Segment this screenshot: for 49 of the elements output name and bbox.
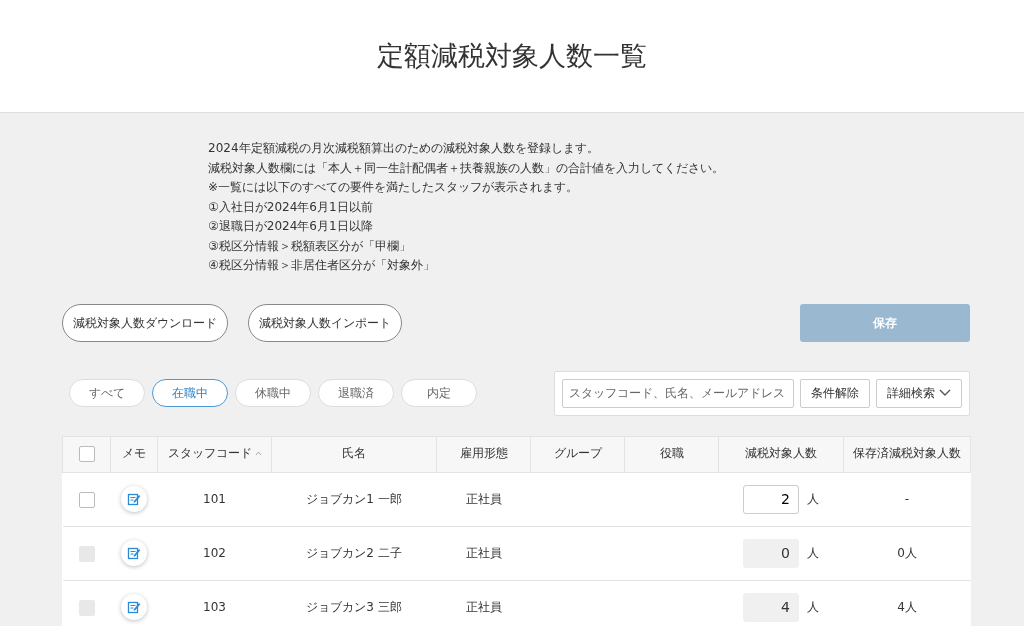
- sort-caret-icon[interactable]: [254, 451, 262, 457]
- note-text: ③税区分情報＞税額表区分が「甲欄」: [208, 237, 412, 255]
- table-cell: 正社員: [465, 492, 502, 506]
- table-cell: 4人: [897, 600, 917, 614]
- row-checkbox[interactable]: [78, 491, 95, 508]
- table-cell: 101: [203, 492, 226, 506]
- chevron-down-icon: [939, 389, 951, 397]
- memo-icon[interactable]: [121, 594, 147, 620]
- action-button[interactable]: 減税対象人数ダウンロード: [62, 303, 228, 342]
- page-title: 定額減税対象人数一覧: [377, 39, 647, 73]
- column-header: 減税対象人数: [745, 446, 817, 461]
- action-button[interactable]: 減税対象人数インポート: [248, 303, 402, 342]
- table-cell: 正社員: [465, 546, 502, 560]
- column-header: グループ: [553, 446, 602, 461]
- select-all-checkbox[interactable]: [78, 445, 95, 462]
- clear-conditions-button[interactable]: 条件解除: [800, 378, 870, 408]
- search-field[interactable]: スタッフコード、氏名、メールアドレス: [562, 378, 794, 408]
- status-filter-tab[interactable]: 内定: [401, 379, 477, 407]
- table-cell: ジョブカン2 二子: [306, 546, 402, 560]
- table-cell: ジョブカン1 一郎: [306, 492, 402, 506]
- table-cell: -: [904, 492, 910, 506]
- column-header: スタッフコード: [167, 446, 252, 461]
- memo-icon[interactable]: [121, 540, 147, 566]
- column-header: 保存済減税対象人数: [853, 446, 961, 461]
- note-text: ②退職日が2024年6月1日以降: [208, 218, 374, 235]
- count-input[interactable]: 2: [743, 484, 799, 514]
- column-header: 氏名: [342, 446, 366, 461]
- table-cell: 正社員: [465, 600, 502, 614]
- status-filter-tab[interactable]: 退職済: [318, 379, 394, 407]
- memo-icon[interactable]: [121, 486, 147, 512]
- note-text: 減税対象人数欄には「本人＋同一生計配偶者＋扶養親族の人数」の合計値を入力してください。: [208, 159, 725, 177]
- table-cell: 102: [203, 546, 226, 560]
- advanced-search-button[interactable]: 詳細検索: [876, 378, 962, 408]
- unit-label: 人: [807, 545, 819, 562]
- note-text: ④税区分情報＞非居住者区分が「対象外」: [208, 257, 436, 274]
- note-text: 2024年定額減税の月次減税額算出のための減税対象人数を登録します。: [208, 140, 600, 157]
- status-filter-tab[interactable]: すべて: [69, 379, 145, 407]
- note-text: ※一覧には以下のすべての要件を満たしたスタッフが表示されます。: [208, 179, 580, 196]
- column-header: 役職: [659, 446, 684, 461]
- note-text: ①入社日が2024年6月1日以前: [208, 198, 374, 216]
- column-header: メモ: [122, 446, 146, 461]
- unit-label: 人: [807, 491, 819, 508]
- column-header: 雇用形態: [459, 446, 508, 461]
- table-cell: 103: [203, 600, 226, 614]
- unit-label: 人: [807, 599, 819, 616]
- table-cell: ジョブカン3 三郎: [306, 600, 402, 614]
- table-cell: 0人: [897, 546, 917, 560]
- status-filter-tab[interactable]: 在職中: [152, 379, 228, 407]
- status-filter-tab[interactable]: 休職中: [235, 379, 311, 407]
